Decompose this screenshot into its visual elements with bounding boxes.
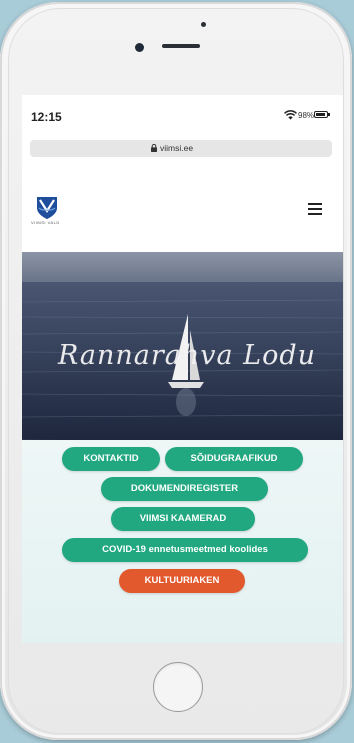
phone-screen: 12:15 98% viimsi.ee VIIMSI VALD Rannarah… <box>22 95 343 643</box>
covid-button[interactable]: COVID-19 ennetusmeetmed koolides <box>62 538 308 562</box>
url-text: viimsi.ee <box>160 143 194 153</box>
address-bar[interactable]: viimsi.ee <box>30 140 332 157</box>
battery-percent: 98% <box>298 111 315 120</box>
battery-icon <box>314 111 330 118</box>
hero-script-title: Rannarahva Lodu <box>57 340 317 371</box>
kultuuriaken-button[interactable]: KULTUURIAKEN <box>119 569 245 593</box>
wifi-icon <box>284 110 297 120</box>
earpiece-speaker <box>162 44 200 48</box>
status-time: 12:15 <box>31 110 62 124</box>
hamburger-menu-icon[interactable] <box>308 203 322 215</box>
front-camera-icon <box>135 43 144 52</box>
phone-frame: 12:15 98% viimsi.ee VIIMSI VALD Rannarah… <box>0 2 352 740</box>
dokumendiregister-button[interactable]: DOKUMENDIREGISTER <box>101 477 268 501</box>
status-bar: 12:15 98% <box>22 95 343 135</box>
viimsi-kaamerad-button[interactable]: VIIMSI KAAMERAD <box>111 507 255 531</box>
kontaktid-button[interactable]: KONTAKTID <box>62 447 160 471</box>
proximity-sensor <box>201 22 206 27</box>
hero-banner: Rannarahva Lodu <box>22 252 343 462</box>
site-header: VIIMSI VALD <box>22 183 343 243</box>
soidugraafikud-button[interactable]: SÕIDUGRAAFIKUD <box>165 447 303 471</box>
logo-text: VIIMSI VALD <box>31 220 60 225</box>
viimsi-logo[interactable] <box>32 195 62 223</box>
quick-links-section: KONTAKTID SÕIDUGRAAFIKUD DOKUMENDIREGIST… <box>22 440 343 643</box>
home-button[interactable] <box>153 662 203 712</box>
lock-icon <box>151 144 157 152</box>
